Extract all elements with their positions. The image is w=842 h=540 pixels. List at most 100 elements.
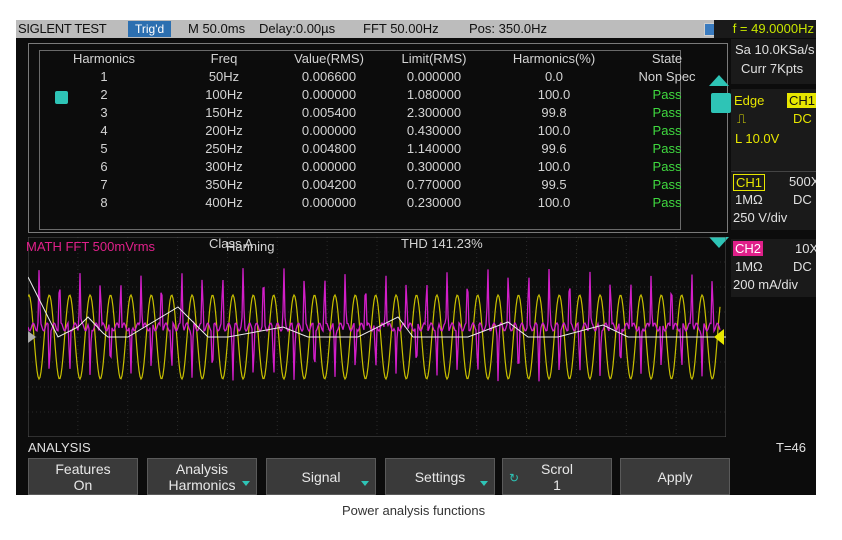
table-cell: 150Hz — [205, 105, 243, 120]
table-cell: Pass — [652, 87, 682, 102]
features-button[interactable]: Features On — [28, 458, 138, 495]
waveform-display — [28, 237, 726, 437]
scroll-up-icon[interactable] — [709, 75, 729, 86]
ch1-scale: 250 V/div — [733, 210, 788, 225]
trigger-level-marker — [714, 329, 724, 345]
table-row[interactable]: 5 250Hz 0.004800 1.140000 99.6 Pass — [49, 140, 689, 158]
trigger-level: L 10.0V — [735, 131, 780, 146]
edge-label: Edge — [734, 93, 765, 108]
col-header: State — [651, 51, 683, 66]
table-header-row: Harmonics Freq Value(RMS) Limit(RMS) Har… — [49, 50, 689, 68]
table-cell: 4 — [100, 123, 108, 138]
table-cell: Pass — [652, 123, 682, 138]
table-cell: Pass — [652, 177, 682, 192]
table-cell: 1 — [100, 69, 108, 84]
button-label: Settings — [414, 468, 466, 485]
table-cell: 0.300000 — [406, 159, 462, 174]
trigger-status: Trig'd — [128, 21, 172, 37]
table-row[interactable]: 8 400Hz 0.000000 0.230000 100.0 Pass — [49, 194, 689, 212]
table-row[interactable]: 1 50Hz 0.006600 0.000000 0.0 Non Spec — [49, 68, 695, 86]
table-cell: 0.770000 — [406, 177, 462, 192]
table-cell: 99.5 — [541, 177, 567, 192]
image-caption: Power analysis functions — [342, 503, 486, 518]
button-label: Signal — [301, 468, 341, 485]
sample-rate: Sa 10.0KSa/s — [735, 42, 815, 57]
rising-edge-icon: ⎍ — [737, 111, 747, 126]
trigger-coupling: DC — [793, 111, 812, 126]
ch2-scale: 200 mA/div — [733, 277, 799, 292]
table-cell: 99.6 — [541, 141, 567, 156]
row-checkbox[interactable] — [55, 91, 68, 104]
table-row[interactable]: 4 200Hz 0.000000 0.430000 100.0 Pass — [49, 122, 689, 140]
ch1-probe: 500X — [789, 174, 816, 189]
table-cell: 300Hz — [205, 159, 243, 174]
table-cell: 350Hz — [205, 177, 243, 192]
menu-title: ANALYSIS — [28, 440, 91, 455]
table-cell: 100.0 — [537, 87, 571, 102]
table-cell: Pass — [652, 105, 682, 120]
button-sublabel: On — [73, 476, 93, 493]
table-cell: 100.0 — [537, 159, 571, 174]
knob-icon: ↻ — [509, 471, 520, 485]
position-label: Pos: 350.0Hz — [469, 21, 548, 36]
ch2-impedance: 1MΩ — [735, 259, 763, 274]
settings-button[interactable]: Settings — [385, 458, 495, 495]
table-cell: 1.080000 — [406, 87, 462, 102]
t-value: T=46 — [776, 440, 806, 455]
table-cell: 100.0 — [537, 195, 571, 210]
table-cell: 50Hz — [208, 69, 240, 84]
acquisition-panel: Sa 10.0KSa/s Curr 7Kpts — [731, 39, 816, 84]
table-row[interactable]: 2 100Hz 0.000000 1.080000 100.0 Pass — [49, 86, 689, 104]
table-cell: 8 — [100, 195, 108, 210]
button-label: Features — [55, 460, 111, 477]
table-cell: Pass — [652, 159, 682, 174]
analysis-button[interactable]: Analysis Harmonics — [147, 458, 257, 495]
signal-button[interactable]: Signal — [266, 458, 376, 495]
table-row[interactable]: 3 150Hz 0.005400 2.300000 99.8 Pass — [49, 104, 689, 122]
dropdown-icon — [242, 481, 250, 486]
table-cell: 0.230000 — [406, 195, 462, 210]
frequency-readout: f = 49.0000Hz — [714, 20, 816, 38]
oscilloscope-screen: SIGLENT TEST Trig'd M 50.0ms Delay:0.00µ… — [16, 20, 816, 495]
ch2-panel[interactable]: CH2 10X 1MΩ DC 200 mA/div — [731, 239, 816, 297]
ch1-panel[interactable]: CH1 500X 1MΩ DC 250 V/div — [731, 171, 816, 230]
button-label: Analysis — [175, 460, 229, 477]
button-label: Scrol — [541, 460, 573, 477]
dropdown-icon — [361, 481, 369, 486]
table-cell: 6 — [100, 159, 108, 174]
scrollbar-thumb[interactable] — [711, 93, 731, 113]
table-cell: 0.000000 — [406, 69, 462, 84]
memory-depth: Curr 7Kpts — [741, 61, 804, 76]
ch2-tag: CH2 — [733, 241, 764, 256]
col-header: Limit(RMS) — [401, 51, 467, 66]
ch1-coupling: DC — [793, 192, 812, 207]
col-header: Freq — [210, 51, 238, 66]
table-cell: 5 — [100, 141, 108, 156]
ch2-probe: 10X — [795, 241, 816, 256]
button-sublabel: Harmonics — [168, 476, 236, 493]
table-cell: 200Hz — [205, 123, 243, 138]
table-cell: 7 — [100, 177, 108, 192]
button-sublabel: 1 — [553, 476, 561, 493]
table-cell: 0.430000 — [406, 123, 462, 138]
table-cell: Pass — [652, 195, 682, 210]
apply-button[interactable]: Apply — [620, 458, 730, 495]
scroll-button[interactable]: ↻ Scrol 1 — [502, 458, 612, 495]
ch2-coupling: DC — [793, 259, 812, 274]
fft-label: FFT 50.00Hz — [363, 21, 439, 36]
status-bar: SIGLENT TEST Trig'd M 50.0ms Delay:0.00µ… — [16, 20, 816, 38]
table-cell: 400Hz — [205, 195, 243, 210]
table-row[interactable]: 7 350Hz 0.004200 0.770000 99.5 Pass — [49, 176, 689, 194]
table-cell: Pass — [652, 141, 682, 156]
window-label: Hanning — [226, 239, 275, 254]
table-cell: 99.8 — [541, 105, 567, 120]
brand-label: SIGLENT TEST — [18, 21, 107, 36]
table-cell: 1.140000 — [406, 141, 462, 156]
dropdown-icon — [480, 481, 488, 486]
table-row[interactable]: 6 300Hz 0.000000 0.300000 100.0 Pass — [49, 158, 689, 176]
table-cell: 0.0 — [544, 69, 564, 84]
timebase-label: M 50.0ms — [188, 21, 246, 36]
table-cell: 250Hz — [205, 141, 243, 156]
ch1-tag: CH1 — [733, 174, 766, 191]
delay-label: Delay:0.00µs — [259, 21, 336, 36]
